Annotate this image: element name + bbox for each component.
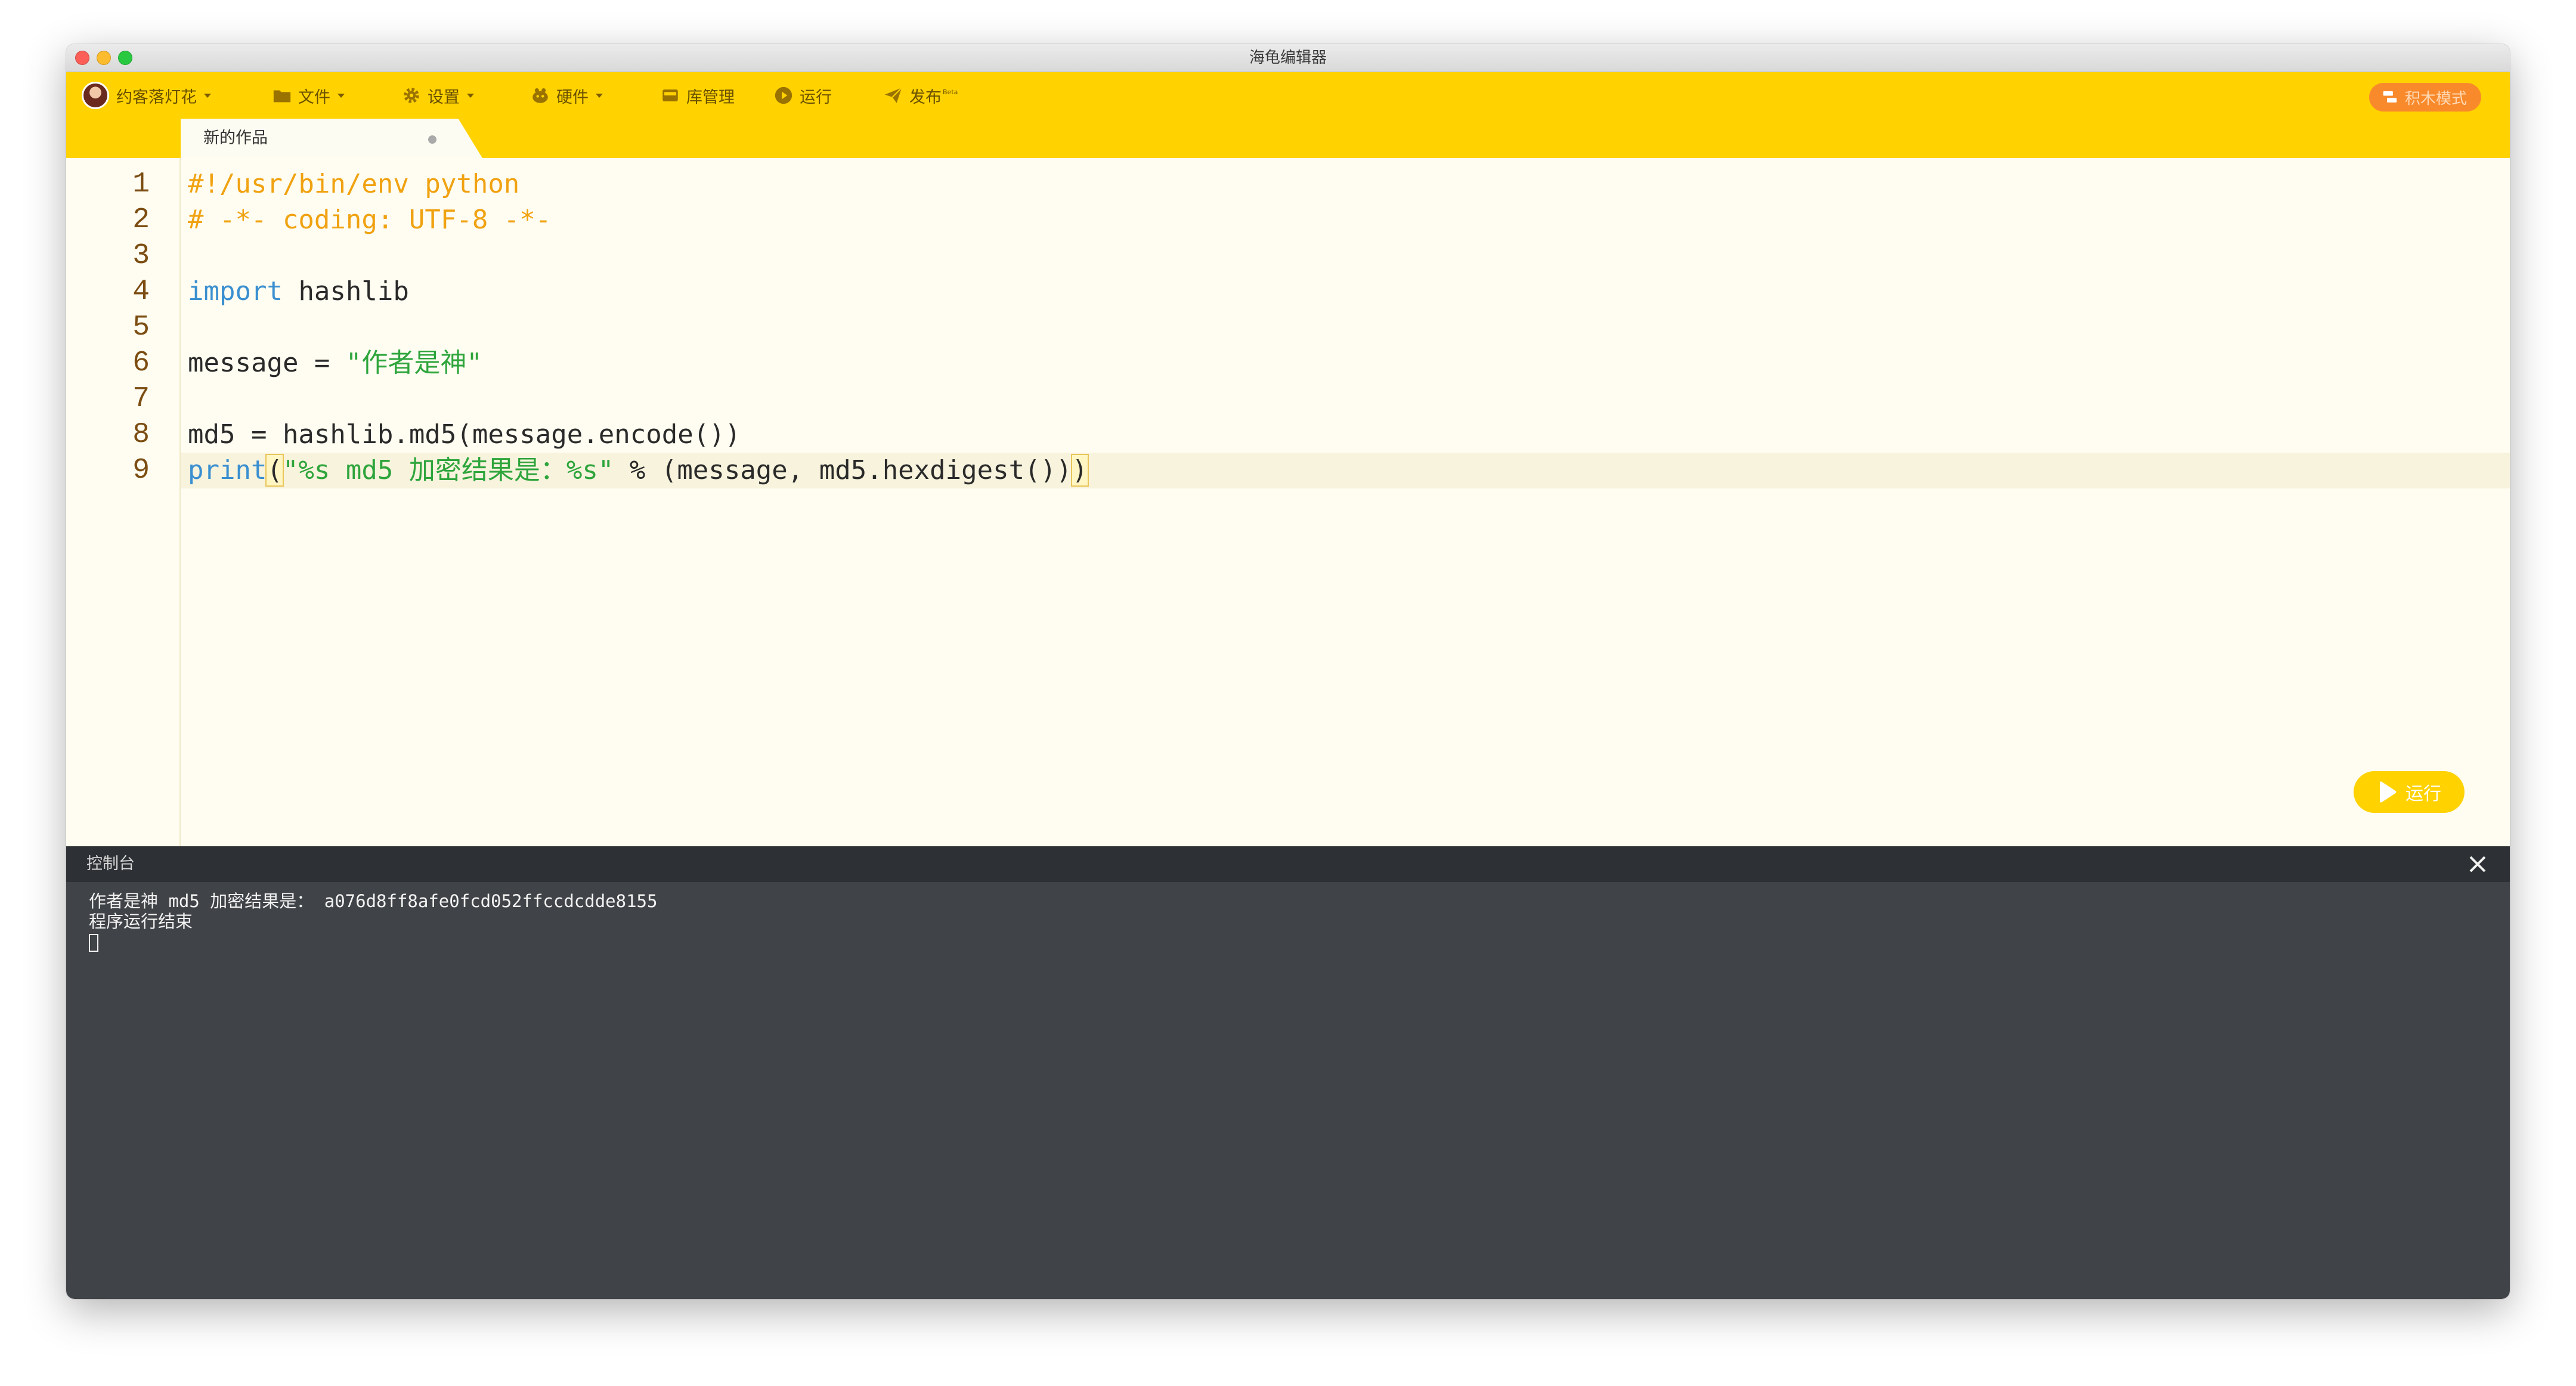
code-line[interactable]: md5 = hashlib.md5(message.encode()) — [181, 417, 2510, 453]
chevron-down-icon — [467, 93, 474, 98]
hardware-menu[interactable]: 硬件 — [530, 72, 603, 119]
user-menu[interactable]: 约客落灯花 — [82, 72, 211, 119]
line-number: 6 — [132, 347, 150, 379]
string-literal: "作者是神" — [345, 348, 482, 378]
chevron-down-icon — [596, 93, 603, 98]
line-gutter: 1 2 3 4 5 6 7 8 9 — [66, 158, 181, 846]
gear-icon — [404, 88, 419, 103]
editor-window: 海龟编辑器 约客落灯花 文件 设置 硬件 库管理 运行 发布 Beta 积木模式… — [66, 44, 2510, 1299]
line-number: 3 — [132, 240, 150, 272]
tab-label: 新的作品 — [203, 129, 268, 147]
console-panel: 控制台 作者是神 md5 加密结果是： a076d8ff8afe0fcd052f… — [66, 846, 2510, 1299]
keyword-print: print — [188, 455, 267, 485]
paper-plane-icon — [884, 87, 902, 103]
file-menu-label: 文件 — [298, 88, 330, 107]
console-line: 作者是神 md5 加密结果是： a076d8ff8afe0fcd052ffccd… — [89, 891, 658, 911]
chevron-down-icon — [338, 93, 345, 98]
console-output[interactable]: 作者是神 md5 加密结果是： a076d8ff8afe0fcd052ffccd… — [89, 891, 657, 952]
matched-paren-open: ( — [265, 454, 284, 487]
console-title: 控制台 — [86, 855, 135, 873]
settings-menu-label: 设置 — [428, 88, 460, 107]
hardware-menu-label: 硬件 — [556, 88, 589, 107]
line-number: 9 — [132, 454, 150, 487]
code-line[interactable] — [181, 310, 2510, 345]
shebang-comment: #!/usr/bin/env python — [188, 169, 520, 199]
line-number: 1 — [132, 168, 150, 200]
line-number: 5 — [132, 311, 150, 344]
publish-label: 发布 — [909, 88, 942, 107]
terminal-cursor — [89, 934, 98, 952]
encoding-comment: # -*- coding: UTF-8 -*- — [188, 205, 552, 235]
code-line[interactable]: #!/usr/bin/env python — [181, 166, 2510, 202]
code-text: hashlib — [282, 276, 409, 307]
tab-new-work[interactable]: 新的作品 — [181, 119, 482, 158]
run-menu-button[interactable]: 运行 — [773, 72, 832, 119]
unsaved-dot-icon[interactable] — [428, 135, 436, 144]
code-line[interactable] — [181, 238, 2510, 274]
file-menu[interactable]: 文件 — [272, 72, 345, 119]
block-mode-button[interactable]: 积木模式 — [2368, 83, 2481, 112]
code-text: % (message, md5.hexdigest()) — [614, 455, 1072, 485]
avatar — [82, 82, 109, 109]
blocks-icon — [2383, 91, 2397, 103]
code-editor[interactable]: 1 2 3 4 5 6 7 8 9 #!/usr/bin/env python … — [66, 158, 2510, 846]
hardware-icon — [532, 88, 548, 103]
chevron-down-icon — [204, 93, 211, 98]
code-line-active[interactable]: print("%s md5 加密结果是：%s" % (message, md5.… — [181, 453, 2510, 488]
line-number: 8 — [132, 419, 150, 451]
code-line[interactable]: message = "作者是神" — [181, 345, 2510, 381]
window-title: 海龟编辑器 — [1249, 49, 1327, 67]
settings-menu[interactable]: 设置 — [401, 72, 474, 119]
user-name: 约客落灯花 — [116, 88, 197, 107]
run-button[interactable]: 运行 — [2354, 771, 2464, 813]
code-line[interactable]: import hashlib — [181, 274, 2510, 310]
block-mode-label: 积木模式 — [2404, 89, 2467, 108]
code-text: md5 = hashlib.md5(message.encode()) — [188, 419, 741, 450]
string-literal: "%s md5 加密结果是：%s" — [282, 455, 614, 485]
keyword-import: import — [188, 276, 283, 307]
library-manager-button[interactable]: 库管理 — [660, 72, 735, 119]
run-menu-label: 运行 — [800, 88, 832, 107]
console-header: 控制台 — [66, 846, 2510, 882]
publish-button[interactable]: 发布 Beta — [883, 72, 958, 119]
folder-icon — [273, 90, 291, 103]
line-number: 2 — [132, 204, 150, 236]
play-circle-icon — [775, 86, 792, 104]
code-line[interactable] — [181, 381, 2510, 417]
close-icon[interactable] — [2466, 852, 2490, 876]
run-button-label: 运行 — [2405, 784, 2441, 805]
tab-bar: 新的作品 — [66, 119, 2510, 158]
library-icon — [662, 89, 678, 101]
console-line: 程序运行结束 — [89, 911, 193, 932]
beta-badge: Beta — [943, 88, 958, 96]
title-bar: 海龟编辑器 — [66, 44, 2510, 72]
library-manager-label: 库管理 — [686, 88, 735, 107]
line-number: 4 — [132, 276, 150, 308]
code-line[interactable]: # -*- coding: UTF-8 -*- — [181, 202, 2510, 238]
matched-paren-close: ) — [1070, 454, 1089, 487]
code-text: message = — [188, 348, 346, 378]
line-number: 7 — [132, 383, 150, 415]
play-icon — [2380, 781, 2397, 803]
toolbar: 约客落灯花 文件 设置 硬件 库管理 运行 发布 Beta 积木模式 — [66, 72, 2510, 119]
